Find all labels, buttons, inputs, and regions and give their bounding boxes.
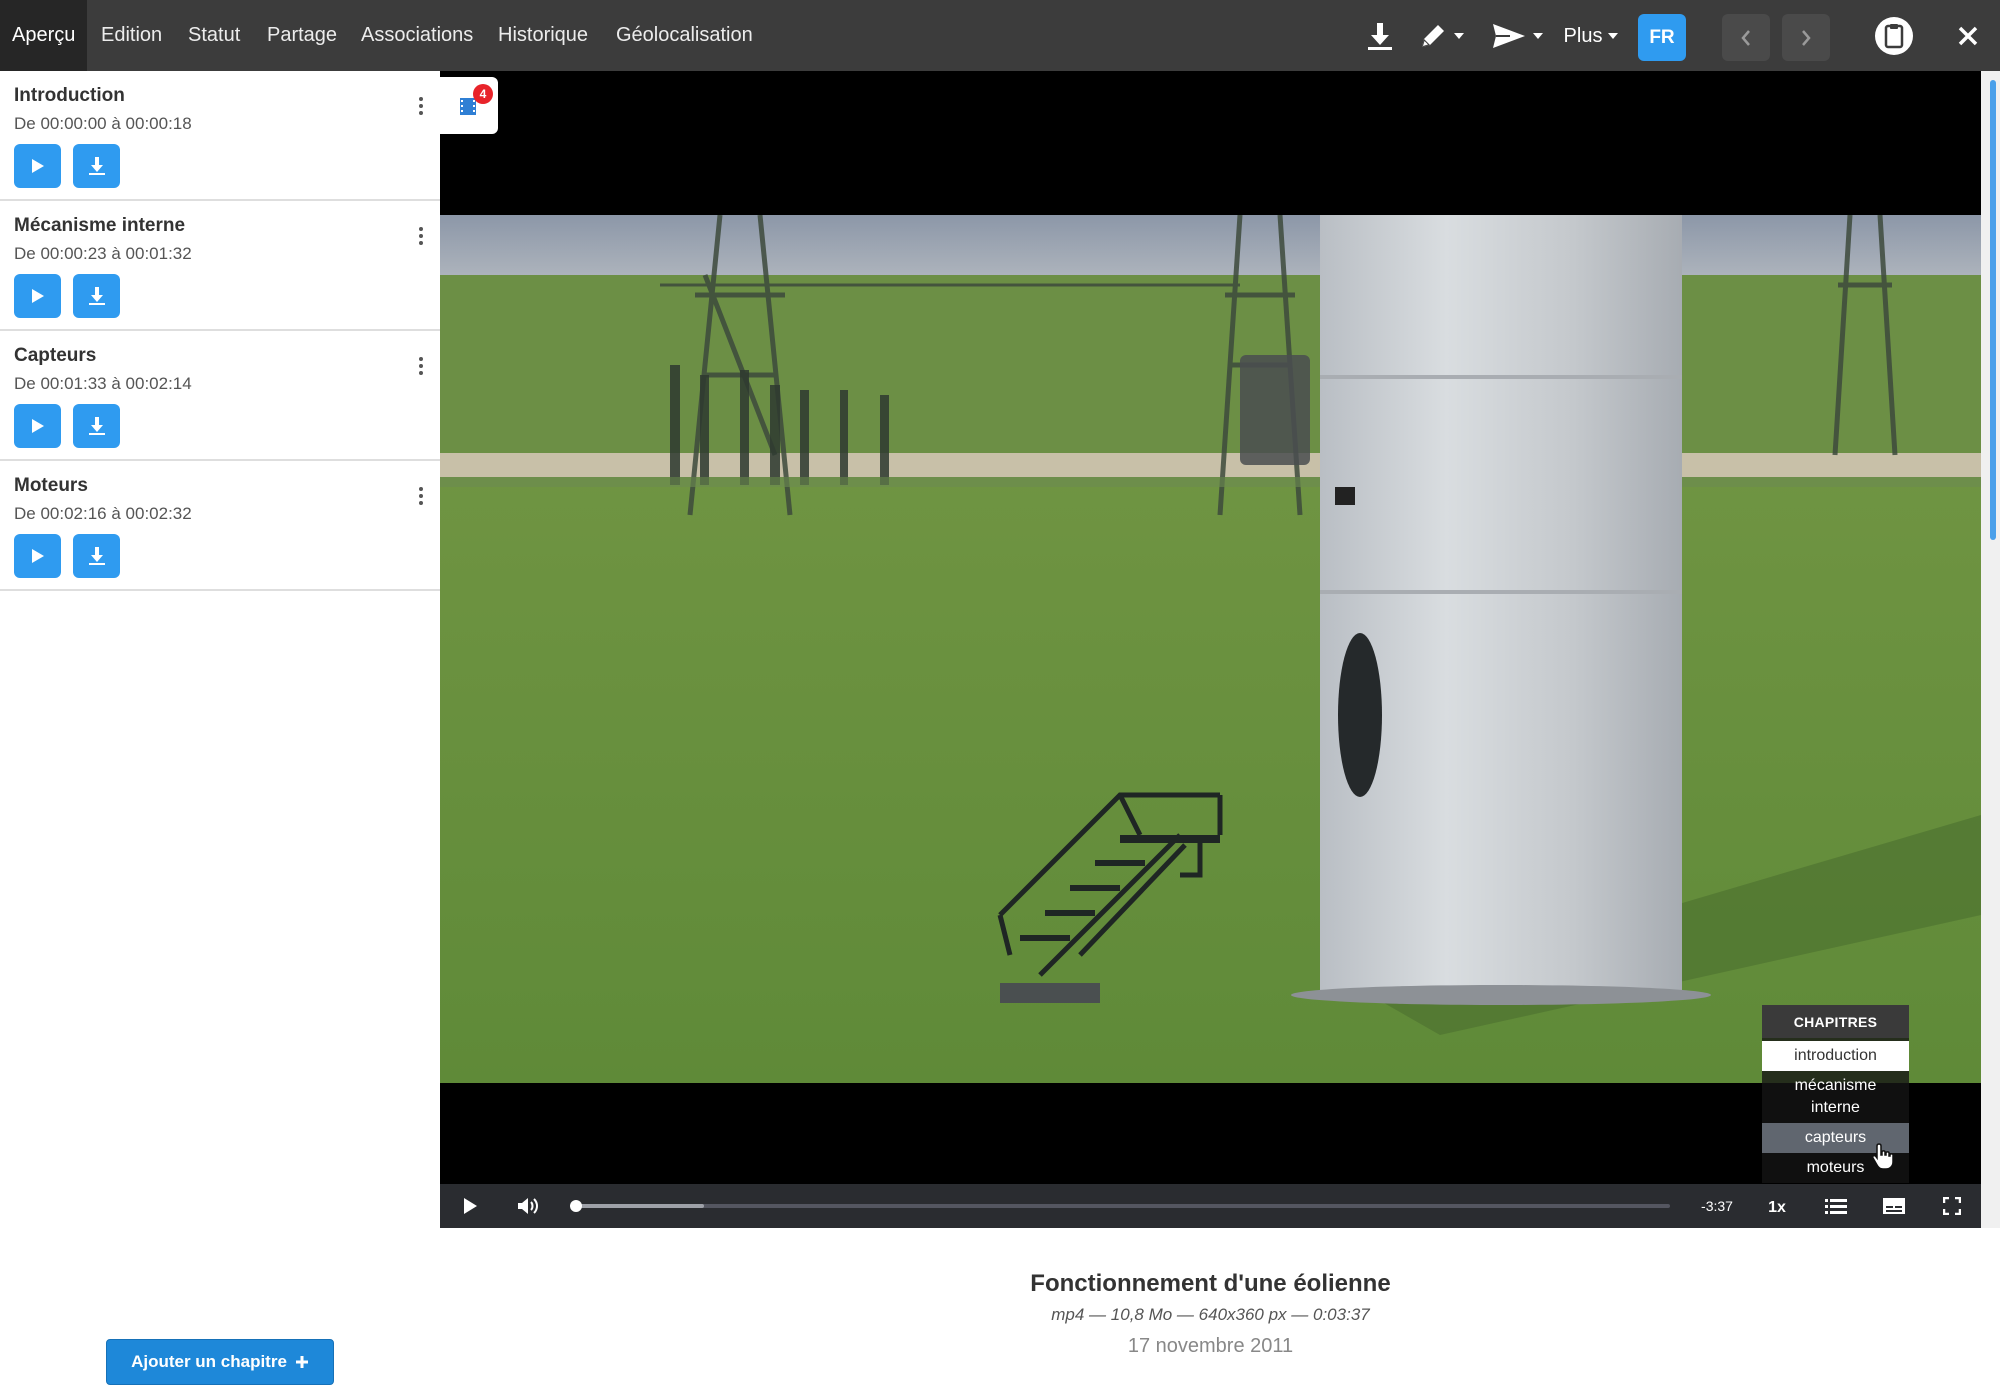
language-button[interactable]: FR [1638,14,1686,61]
chapter-play-button[interactable] [14,144,61,188]
playback-rate-button[interactable]: 1x [1762,1186,1792,1230]
download-icon [88,157,105,175]
tab-apercu[interactable]: Aperçu [0,0,88,71]
chapters-menu-header: CHAPITRES [1762,1005,1909,1038]
chapter-item: Moteurs De 00:02:16 à 00:02:32 [0,461,440,591]
chapter-download-button[interactable] [73,534,120,578]
chapter-range: De 00:02:16 à 00:02:32 [14,504,192,523]
chapter-item: Mécanisme interne De 00:00:23 à 00:01:32 [0,201,440,331]
chapter-item: Capteurs De 00:01:33 à 00:02:14 [0,331,440,461]
media-title: Fonctionnement d'une éolienne [1030,1270,1391,1297]
pencil-icon [1422,25,1444,47]
hand-cursor-icon [1872,1143,1894,1170]
chapter-options-icon[interactable] [418,97,424,115]
video-frame [440,215,1981,1083]
chapters-count-badge: 4 [473,84,493,104]
chapter-range: De 00:00:23 à 00:01:32 [14,244,192,263]
chapter-item: Introduction De 00:00:00 à 00:00:18 [0,71,440,201]
fullscreen-icon [1943,1197,1961,1215]
remaining-time: -3:37 [1701,1198,1733,1214]
chapter-options-icon[interactable] [418,357,424,375]
plus-icon [295,1356,308,1368]
more-label: Plus [1563,24,1603,47]
chapter-options-icon[interactable] [418,487,424,505]
chapter-title: Capteurs [14,345,97,366]
play-icon [31,549,44,563]
play-button[interactable] [454,1184,486,1228]
more-menu-button[interactable]: Plus [1562,14,1620,58]
chapter-range: De 00:00:00 à 00:00:18 [14,114,192,133]
tab-statut[interactable]: Statut [176,0,252,71]
progress-handle[interactable] [570,1200,582,1212]
caret-down-icon [1608,33,1619,39]
tab-edition[interactable]: Edition [89,0,174,71]
subtitles-button[interactable] [1880,1184,1908,1228]
subtitles-icon [1883,1198,1905,1214]
download-icon[interactable] [1362,14,1398,58]
tab-geolocalisation[interactable]: Géolocalisation [604,0,765,71]
chapter-play-button[interactable] [14,534,61,578]
send-icon [1493,24,1525,48]
play-icon [464,1198,477,1214]
volume-button[interactable] [512,1184,544,1228]
scrollbar-thumb[interactable] [1990,80,1996,540]
chapters-sidebar: Introduction De 00:00:00 à 00:00:18 Méca… [0,71,440,1397]
chevron-right-icon [1802,29,1811,46]
chapters-list-button[interactable] [1822,1184,1850,1228]
chapter-download-button[interactable] [73,144,120,188]
chevron-left-icon [1741,29,1750,46]
media-meta: mp4 — 10,8 Mo — 640x360 px — 0:03:37 [1051,1305,1370,1324]
volume-icon [518,1198,538,1214]
chapter-title: Mécanisme interne [14,215,186,236]
chapter-play-button[interactable] [14,404,61,448]
fullscreen-button[interactable] [1938,1184,1966,1228]
media-date: 17 novembre 2011 [1127,1335,1294,1357]
tab-partage[interactable]: Partage [255,0,349,71]
chapters-menu-item[interactable]: introduction [1762,1041,1909,1071]
chapter-download-button[interactable] [73,404,120,448]
close-icon [1958,26,1978,46]
download-icon [88,417,105,435]
send-menu-button[interactable] [1488,14,1546,58]
top-toolbar: Aperçu Edition Statut Partage Associatio… [0,0,2000,71]
chapter-range: De 00:01:33 à 00:02:14 [14,374,192,393]
chapter-play-button[interactable] [14,274,61,318]
add-chapter-label: Ajouter un chapitre [131,1352,287,1371]
progress-bar[interactable] [570,1200,1670,1212]
caret-down-icon [1454,33,1464,39]
clipboard-button[interactable] [1872,14,1916,58]
chapters-menu-item[interactable]: mécanisme interne [1762,1071,1909,1123]
chapter-title: Moteurs [14,475,88,496]
tab-associations[interactable]: Associations [349,0,485,71]
play-icon [31,289,44,303]
previous-button[interactable] [1722,14,1770,61]
clipboard-icon [1875,17,1913,55]
download-icon [88,547,105,565]
chapter-title: Introduction [14,85,125,106]
next-button[interactable] [1782,14,1830,61]
add-chapter-button[interactable]: Ajouter un chapitre [106,1339,334,1385]
list-icon [1825,1199,1847,1214]
chapter-options-icon[interactable] [418,227,424,245]
close-button[interactable] [1950,14,1986,58]
tab-historique[interactable]: Historique [486,0,600,71]
download-icon [88,287,105,305]
play-icon [31,419,44,433]
edit-menu-button[interactable] [1414,14,1468,58]
chapter-download-button[interactable] [73,274,120,318]
caret-down-icon [1533,33,1543,39]
progress-buffered [572,1204,704,1208]
video-player[interactable] [440,71,1981,1228]
play-icon [31,159,44,173]
